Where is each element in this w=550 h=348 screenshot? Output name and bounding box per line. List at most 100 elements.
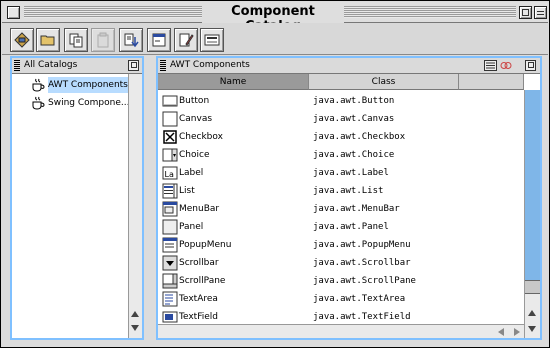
component-row-list[interactable]: List java.awt.List xyxy=(158,182,524,200)
title-stripes-right xyxy=(344,6,516,18)
component-row-panel[interactable]: Panel java.awt.Panel xyxy=(158,218,524,236)
toolbar xyxy=(2,23,548,55)
catalog-icon xyxy=(14,32,30,48)
component-name: TextArea xyxy=(179,294,218,304)
components-header: AWT Components xyxy=(158,58,540,74)
components-title: AWT Components xyxy=(170,60,250,70)
component-name: List xyxy=(179,186,195,196)
canvas-icon xyxy=(162,111,178,127)
column-header-name[interactable]: Name xyxy=(158,74,309,90)
component-class: java.awt.ScrollPane xyxy=(313,276,416,286)
component-row-checkbox[interactable]: Checkbox java.awt.Checkbox xyxy=(158,128,524,146)
catalogs-pane: All Catalogs AWT Components Swing Compon… xyxy=(10,56,144,340)
copy-button[interactable] xyxy=(64,28,88,52)
pane-zoom-icon[interactable] xyxy=(128,60,139,71)
icon-view-icon[interactable] xyxy=(500,60,513,71)
scroll-left-arrow-icon[interactable] xyxy=(498,328,504,336)
component-class: java.awt.Choice xyxy=(313,150,395,160)
close-box[interactable] xyxy=(7,6,20,19)
properties-icon xyxy=(204,34,220,46)
panel-icon xyxy=(162,219,178,235)
catalog-button[interactable] xyxy=(10,28,34,52)
component-name: Panel xyxy=(179,222,204,232)
component-row-button[interactable]: Button java.awt.Button xyxy=(158,92,524,110)
component-row-label[interactable]: La Label java.awt.Label xyxy=(158,164,524,182)
component-catalog-window: Component Catalog xyxy=(0,0,550,348)
catalog-item-awt[interactable]: AWT Components xyxy=(30,77,128,93)
textarea-icon xyxy=(162,291,178,307)
zoom-box[interactable] xyxy=(519,6,532,19)
component-row-choice[interactable]: Choice java.awt.Choice xyxy=(158,146,524,164)
grip-icon[interactable] xyxy=(14,60,20,71)
pane-zoom-icon[interactable] xyxy=(525,60,536,71)
scroll-down-arrow-icon[interactable] xyxy=(528,326,536,332)
choice-icon xyxy=(162,148,178,162)
add-component-icon xyxy=(152,33,166,47)
component-name: Checkbox xyxy=(179,132,223,142)
add-component-button[interactable] xyxy=(147,28,171,52)
menubar-icon xyxy=(162,201,178,217)
component-name: Canvas xyxy=(179,114,213,124)
component-class: java.awt.List xyxy=(313,186,384,196)
component-class: java.awt.Canvas xyxy=(313,114,395,124)
component-name: MenuBar xyxy=(179,204,220,214)
list-view-icon[interactable] xyxy=(484,60,497,71)
catalog-item-label: Swing Compone... xyxy=(48,98,130,108)
title-stripes-left xyxy=(24,6,202,18)
open-folder-button[interactable] xyxy=(36,28,60,52)
component-class: java.awt.MenuBar xyxy=(313,204,400,214)
catalogs-vertical-scrollbar[interactable] xyxy=(128,74,142,338)
catalog-item-swing[interactable]: Swing Compone... xyxy=(30,95,129,111)
component-class: java.awt.PopupMenu xyxy=(313,240,411,250)
catalogs-title: All Catalogs xyxy=(24,60,78,70)
components-vertical-scrollbar[interactable] xyxy=(524,90,540,338)
component-row-canvas[interactable]: Canvas java.awt.Canvas xyxy=(158,110,524,128)
list-icon xyxy=(162,183,178,199)
component-row-menubar[interactable]: MenuBar java.awt.MenuBar xyxy=(158,200,524,218)
java-cup-icon xyxy=(32,96,45,110)
component-class: java.awt.Scrollbar xyxy=(313,258,411,268)
component-class: java.awt.Button xyxy=(313,96,395,106)
copy-icon xyxy=(69,33,83,48)
column-header-empty[interactable] xyxy=(459,74,524,90)
component-row-popupmenu[interactable]: PopupMenu java.awt.PopupMenu xyxy=(158,236,524,254)
properties-button[interactable] xyxy=(200,28,224,52)
import-button[interactable] xyxy=(119,28,143,52)
component-row-scrollbar[interactable]: Scrollbar java.awt.Scrollbar xyxy=(158,254,524,272)
component-class: java.awt.Checkbox xyxy=(313,132,406,142)
components-horizontal-scrollbar[interactable] xyxy=(158,324,524,338)
edit-button[interactable] xyxy=(174,28,198,52)
button-icon xyxy=(162,95,178,107)
scroll-right-arrow-icon[interactable] xyxy=(514,328,520,336)
edit-icon xyxy=(179,33,194,47)
paste-button[interactable] xyxy=(91,28,115,52)
component-name: Scrollbar xyxy=(179,258,219,268)
component-name: Button xyxy=(179,96,210,106)
component-name: Label xyxy=(179,168,204,178)
component-name: Choice xyxy=(179,150,210,160)
title-bar[interactable]: Component Catalog xyxy=(2,2,548,34)
svg-text:La: La xyxy=(165,170,174,179)
collapse-box[interactable] xyxy=(534,6,547,19)
popupmenu-icon xyxy=(162,237,178,253)
java-cup-icon xyxy=(32,78,45,92)
scroll-up-arrow-icon[interactable] xyxy=(131,311,139,317)
component-row-textarea[interactable]: TextArea java.awt.TextArea xyxy=(158,290,524,308)
textfield-icon xyxy=(162,311,178,323)
component-name: ScrollPane xyxy=(179,276,226,286)
scrollbar-icon xyxy=(162,255,178,271)
scroll-up-arrow-icon[interactable] xyxy=(528,310,536,316)
grip-icon[interactable] xyxy=(160,60,166,71)
checkbox-icon xyxy=(163,130,177,144)
scroll-grip[interactable] xyxy=(525,280,540,294)
paste-icon xyxy=(97,32,109,48)
column-header-class[interactable]: Class xyxy=(309,74,459,90)
component-row-scrollpane[interactable]: ScrollPane java.awt.ScrollPane xyxy=(158,272,524,290)
import-icon xyxy=(124,33,139,48)
components-pane: AWT Components Name Class Button java.awt… xyxy=(156,56,542,340)
component-class: java.awt.Label xyxy=(313,168,389,178)
catalogs-header: All Catalogs xyxy=(12,58,142,74)
scroll-down-arrow-icon[interactable] xyxy=(131,325,139,331)
scroll-thumb[interactable] xyxy=(525,90,540,280)
component-name: PopupMenu xyxy=(179,240,232,250)
